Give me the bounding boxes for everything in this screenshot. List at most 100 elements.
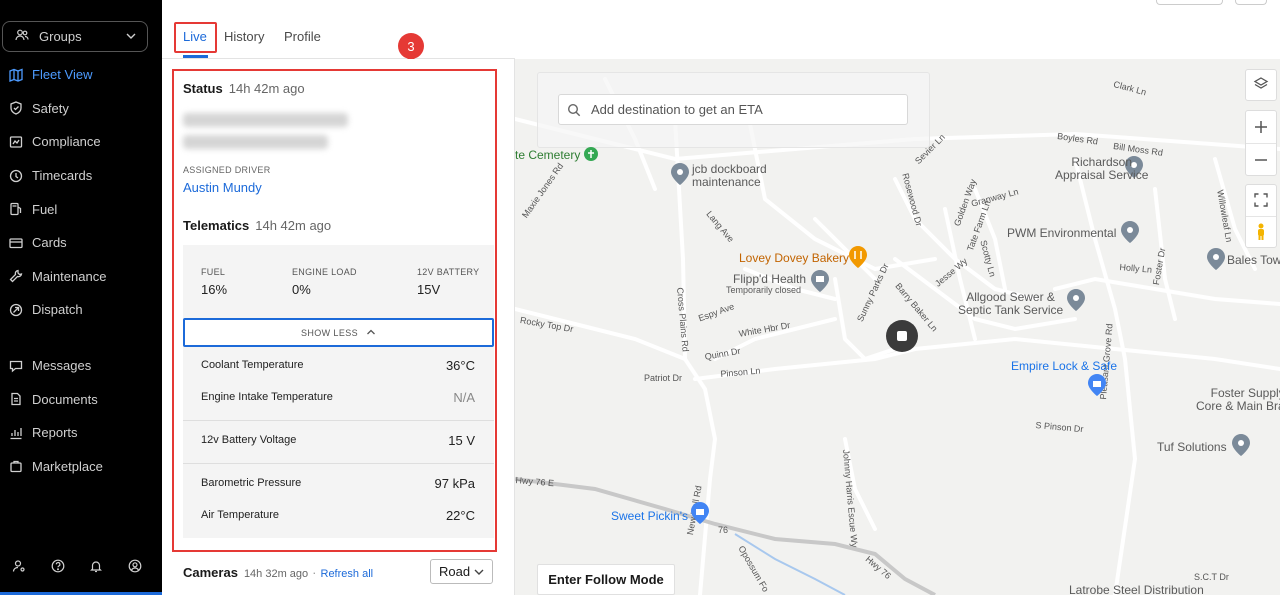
location-pin-icon [1067,289,1085,311]
sidebar-item-fuel[interactable]: Fuel [0,192,162,226]
sidebar-item-label: Documents [32,391,98,407]
vehicle-marker[interactable] [886,320,918,352]
poi-empire-lock-safe[interactable]: Empire Lock & Safe [1011,359,1117,373]
destination-search-input[interactable]: Add destination to get an ETA [558,94,908,125]
refresh-all-link[interactable]: Refresh all [321,568,374,580]
battery-voltage-value: 15 V [448,433,475,448]
zoom-control [1245,110,1277,176]
zoom-in-icon[interactable] [1254,111,1268,143]
poi-foster-supply[interactable]: Foster Supply Core & Main Bra [1196,387,1280,413]
barometric-pressure-label: Barometric Pressure [201,477,302,489]
street-view-pegman-icon[interactable] [1246,215,1276,247]
sidebar-item-label: Dispatch [32,302,83,318]
fullscreen-icon[interactable] [1254,185,1268,216]
poi-jcb-dockboard[interactable]: jcb dockboard maintenance [692,163,767,189]
poi-cemetery[interactable]: te Cemetery [515,148,580,162]
poi-status: Temporarily closed [726,285,802,295]
bell-icon[interactable] [77,556,116,576]
poi-latrobe-steel[interactable]: Latrobe Steel Distribution [1069,583,1204,595]
row-divider [183,420,494,421]
dispatch-icon [8,302,24,318]
redacted-address-line-1 [183,113,348,127]
active-tab-indicator [183,55,208,58]
tab-profile[interactable]: Profile [284,29,321,44]
top-action-button[interactable] [1156,0,1223,5]
row-divider [183,463,494,464]
map-view-controls [1245,184,1277,248]
poi-lovey-dovey-bakery[interactable]: Lovey Dovey Bakery [739,251,849,265]
status-ago: 14h 42m ago [228,81,305,96]
sidebar-item-label: Marketplace [32,458,103,474]
coolant-temp-label: Coolant Temperature [201,359,304,371]
sidebar-item-timecards[interactable]: Timecards [0,159,162,193]
street-label: S.C.T Dr [1194,572,1229,582]
sidebar-item-label: Timecards [32,168,93,184]
show-less-label: SHOW LESS [300,327,359,338]
sidebar-nav: Fleet View Safety Compliance Timecards F… [0,58,162,483]
compliance-icon [8,134,24,150]
sidebar-item-compliance[interactable]: Compliance [0,125,162,159]
cameras-header: Cameras 14h 32m ago · Refresh all [183,565,373,580]
telematics-title: Telematics [183,218,250,233]
map-layers-button[interactable] [1245,69,1277,101]
sidebar-item-label: Safety [32,100,69,116]
metric-battery-value: 15V [417,282,441,297]
sidebar-item-fleet-view[interactable]: Fleet View [0,58,162,92]
bakery-pin-icon [849,246,867,268]
account-icon[interactable] [116,556,155,576]
poi-richardson-appraisal[interactable]: Richardson Appraisal Service [1055,156,1148,182]
shop-pin-icon [1088,374,1106,396]
location-pin-icon [671,163,689,185]
metric-battery-label: 12V BATTERY [417,267,480,277]
metric-fuel-value: 16% [201,282,228,297]
sidebar-item-messages[interactable]: Messages [0,349,162,383]
telematics-header: Telematics 14h 42m ago [183,218,331,233]
help-icon[interactable] [39,556,78,576]
sidebar-item-label: Fleet View [32,67,93,83]
battery-voltage-label: 12v Battery Voltage [201,434,297,446]
poi-tuf-solutions[interactable]: Tuf Solutions [1157,440,1227,454]
nav-divider [0,327,162,349]
camera-view-select[interactable]: Road [430,559,493,584]
cameras-title: Cameras [183,565,238,580]
poi-pwm-environmental[interactable]: PWM Environmental [1007,226,1116,240]
poi-flippd-health[interactable]: Flipp'd Health [733,272,806,286]
show-less-button[interactable]: SHOW LESS [183,318,494,347]
assigned-driver-caption: ASSIGNED DRIVER [183,165,271,175]
location-pin-icon [1207,248,1225,270]
driver-link[interactable]: Austin Mundy [183,180,262,195]
cemetery-pin-icon [583,146,601,168]
sidebar-item-maintenance[interactable]: Maintenance [0,260,162,294]
groups-dropdown[interactable]: Groups [2,21,148,52]
intake-temp-label: Engine Intake Temperature [201,391,333,403]
user-settings-icon[interactable] [0,556,39,576]
zoom-out-icon[interactable] [1246,143,1276,175]
sidebar-item-documents[interactable]: Documents [0,382,162,416]
cameras-ago: 14h 32m ago [243,568,309,580]
street-label: Patriot Dr [644,373,683,383]
card-icon [8,235,24,251]
follow-mode-button[interactable]: Enter Follow Mode [537,564,675,595]
layers-icon [1253,76,1269,95]
tab-history[interactable]: History [224,29,264,44]
top-action-button[interactable] [1235,0,1267,5]
sidebar-item-dispatch[interactable]: Dispatch [0,293,162,327]
sidebar-item-reports[interactable]: Reports [0,416,162,450]
sidebar-item-marketplace[interactable]: Marketplace [0,450,162,484]
wrench-icon [8,268,24,284]
message-icon [8,358,24,374]
status-header: Status 14h 42m ago [183,81,305,96]
location-pin-icon [1232,434,1250,456]
poi-bales-tow[interactable]: Bales Tow [1227,253,1280,267]
sidebar-item-cards[interactable]: Cards [0,226,162,260]
poi-sweet-pickins[interactable]: Sweet Pickin's [611,509,688,523]
status-title: Status [183,81,223,96]
chart-icon [8,425,24,441]
sidebar-item-label: Messages [32,358,92,374]
sidebar: Groups Fleet View Safety Compliance Time… [0,0,162,595]
cameras-separator: · [312,565,317,580]
poi-allgood-sewer[interactable]: Allgood Sewer & Septic Tank Service [958,291,1063,317]
sidebar-item-label: Fuel [32,201,58,217]
sidebar-footer [0,556,162,576]
sidebar-item-safety[interactable]: Safety [0,92,162,126]
